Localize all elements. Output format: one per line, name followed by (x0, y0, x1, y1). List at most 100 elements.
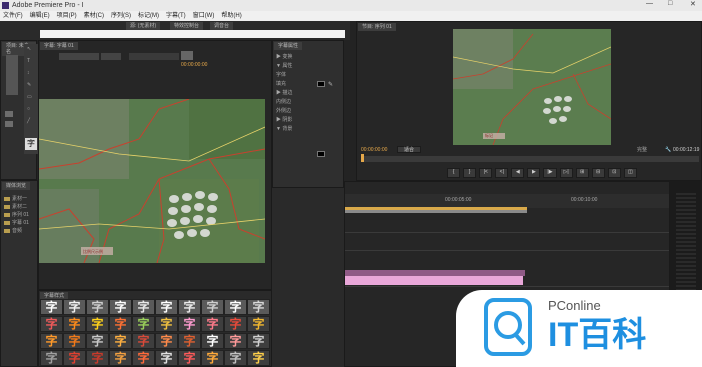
menu-item-6[interactable]: 字幕(T) (166, 11, 186, 21)
menu-item-3[interactable]: 素材(C) (84, 11, 104, 21)
select-tool-icon[interactable]: ↖ (27, 46, 31, 52)
style-tile[interactable]: 字 (201, 350, 224, 366)
new-item-icon[interactable] (5, 111, 13, 117)
property-row[interactable]: 字体 (276, 71, 342, 80)
transport-button-icon[interactable]: ⊟ (591, 168, 605, 178)
style-tile[interactable]: 字 (109, 333, 132, 349)
program-scrubber[interactable] (361, 154, 699, 162)
style-tile[interactable]: 字 (109, 350, 132, 366)
property-row[interactable]: ▼ 属性 (276, 62, 342, 71)
project-row[interactable]: 序列 01 (4, 211, 34, 219)
style-tile[interactable]: 字 (86, 299, 109, 315)
style-tile[interactable]: 字 (201, 333, 224, 349)
style-tile[interactable]: 字 (201, 299, 224, 315)
style-tile[interactable]: 字 (132, 350, 155, 366)
menu-item-0[interactable]: 文件(F) (3, 11, 23, 21)
title-clip[interactable] (345, 276, 523, 285)
vertical-type-icon[interactable]: ↕ (27, 70, 30, 76)
tab-effect-controls[interactable]: 特效控制台 (170, 22, 204, 30)
ellipse-tool-icon[interactable]: ○ (27, 106, 30, 112)
tab-program[interactable]: 节目: 序列 01 (358, 23, 396, 31)
transport-button-icon[interactable]: ▶ (527, 168, 541, 178)
project-row[interactable]: 素材一 (4, 195, 34, 203)
project-row[interactable]: 素材二 (4, 203, 34, 211)
menu-item-4[interactable]: 序列(S) (111, 11, 131, 21)
style-tile[interactable]: 字 (224, 333, 247, 349)
style-tile[interactable]: 字 (63, 299, 86, 315)
tab-properties[interactable]: 字幕属性 (274, 42, 303, 50)
style-tile[interactable]: 字 (155, 333, 178, 349)
property-row[interactable]: 内侧边 (276, 98, 342, 107)
style-tile[interactable]: 字 (86, 333, 109, 349)
style-tile[interactable]: 字 (224, 350, 247, 366)
fill-color-swatch[interactable] (317, 81, 325, 87)
menu-item-1[interactable]: 编辑(E) (30, 11, 50, 21)
preview-swatch[interactable]: 字 (25, 138, 37, 150)
style-tile[interactable]: 字 (86, 350, 109, 366)
menu-item-5[interactable]: 标记(M) (138, 11, 159, 21)
style-tile[interactable]: 字 (178, 333, 201, 349)
property-row[interactable]: ▶ 阴影 (276, 116, 342, 125)
style-tile[interactable]: 字 (155, 350, 178, 366)
eyedropper-icon[interactable]: ✎ (328, 81, 333, 88)
zoom-fit-select[interactable]: 适合 (397, 146, 421, 153)
style-tile[interactable]: 字 (178, 350, 201, 366)
timeline-ruler[interactable]: 00:00:05:00 00:00:10:00 (345, 194, 669, 208)
title-canvas[interactable]: 比例尺示例 (39, 99, 265, 263)
transport-button-icon[interactable]: } (463, 168, 477, 178)
project-row[interactable]: 字幕 01 (4, 219, 34, 227)
style-tile[interactable]: 字 (155, 299, 178, 315)
project-row[interactable]: 音频 (4, 227, 34, 235)
text-input-strip[interactable] (40, 30, 345, 38)
align-buttons[interactable] (129, 53, 179, 60)
style-tile[interactable]: 字 (40, 316, 63, 332)
style-tile[interactable]: 字 (63, 316, 86, 332)
style-tile[interactable]: 字 (132, 299, 155, 315)
style-tile[interactable]: 字 (201, 316, 224, 332)
quality-select[interactable]: 完整 (637, 147, 647, 153)
style-tile[interactable]: 字 (178, 316, 201, 332)
style-tile[interactable]: 字 (86, 316, 109, 332)
menu-item-7[interactable]: 窗口(W) (193, 11, 215, 21)
pen-tool-icon[interactable]: ✎ (27, 82, 31, 88)
style-tile[interactable]: 字 (178, 299, 201, 315)
property-row[interactable]: 外侧边 (276, 107, 342, 116)
type-tool-icon[interactable]: T (27, 58, 30, 64)
style-tile[interactable]: 字 (40, 299, 63, 315)
transport-button-icon[interactable]: |▶ (543, 168, 557, 178)
font-field[interactable] (59, 53, 99, 60)
property-row[interactable]: ▼ 背景 (276, 125, 342, 134)
transport-button-icon[interactable]: { (447, 168, 461, 178)
style-tile[interactable]: 字 (40, 350, 63, 366)
menu-item-2[interactable]: 项目(P) (57, 11, 77, 21)
style-tile[interactable]: 字 (63, 350, 86, 366)
transport-button-icon[interactable]: ◫ (623, 168, 637, 178)
menu-item-8[interactable]: 帮助(H) (221, 11, 241, 21)
tab-source[interactable]: 源: (无素材) (126, 22, 161, 30)
style-tile[interactable]: 字 (109, 316, 132, 332)
style-tile[interactable]: 字 (132, 333, 155, 349)
style-tile[interactable]: 字 (109, 299, 132, 315)
close-button[interactable]: ✕ (690, 0, 696, 8)
style-tile[interactable]: 字 (247, 350, 270, 366)
style-tile[interactable]: 字 (247, 333, 270, 349)
property-row[interactable]: ▶ 描边 (276, 89, 342, 98)
style-tile[interactable]: 字 (247, 299, 270, 315)
style-tile[interactable]: 字 (63, 333, 86, 349)
bg-color-swatch[interactable] (317, 151, 325, 157)
pen-icon[interactable] (5, 121, 13, 127)
transport-button-icon[interactable]: ◀ (511, 168, 525, 178)
style-tile[interactable]: 字 (224, 316, 247, 332)
transport-button-icon[interactable]: <| (495, 168, 509, 178)
tab-titler[interactable]: 字幕: 字幕 01 (40, 42, 78, 50)
playhead[interactable] (361, 154, 364, 162)
style-tile[interactable]: 字 (224, 299, 247, 315)
style-tile[interactable]: 字 (247, 316, 270, 332)
transport-button-icon[interactable]: ⊡ (607, 168, 621, 178)
tab-audio-mixer[interactable]: 调音台 (210, 22, 234, 30)
style-tile[interactable]: 字 (40, 333, 63, 349)
transport-button-icon[interactable]: ⊞ (575, 168, 589, 178)
maximize-button[interactable]: □ (668, 0, 672, 7)
line-tool-icon[interactable]: ╱ (27, 118, 30, 124)
transport-button-icon[interactable]: ▷| (559, 168, 573, 178)
